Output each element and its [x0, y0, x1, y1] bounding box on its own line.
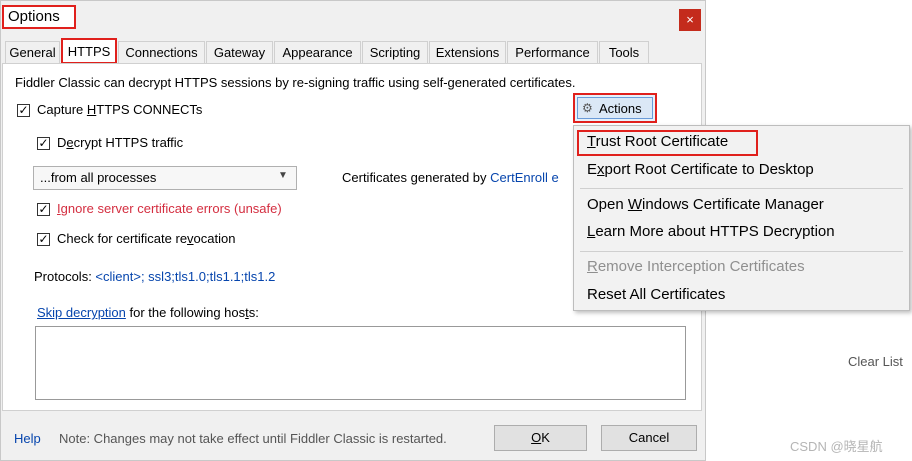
actions-label: Actions [599, 101, 642, 116]
decrypt-traffic-label: Decrypt HTTPS traffic [57, 135, 184, 150]
protocols-row: Protocols: <client>; ssl3;tls1.0;tls1.1;… [34, 269, 276, 284]
restart-note: Note: Changes may not take effect until … [59, 431, 447, 446]
cert-engine-link[interactable]: CertEnroll e [490, 170, 559, 185]
process-filter-dropdown[interactable]: ...from all processes [33, 166, 297, 190]
process-filter-value: ...from all processes [40, 170, 157, 185]
chevron-down-icon: ▼ [278, 170, 288, 181]
skip-hosts-textarea[interactable] [35, 326, 686, 400]
check-revocation-label: Check for certificate revocation [57, 231, 236, 246]
trust-root-highlight [577, 130, 758, 156]
cancel-button[interactable]: Cancel [601, 425, 697, 451]
menu-separator [580, 251, 903, 252]
menu-item-open-cert-manager[interactable]: Open Windows Certificate Manager [587, 196, 824, 213]
check-revocation-checkbox[interactable]: ✓ [37, 233, 50, 246]
menu-item-export-root[interactable]: Export Root Certificate to Desktop [587, 161, 814, 178]
tab-general[interactable]: General [5, 41, 60, 63]
skip-decryption-row: Skip decryption for the following hosts: [37, 305, 259, 320]
tab-https[interactable]: HTTPS [61, 38, 117, 64]
clear-list-button[interactable]: Clear List [848, 354, 903, 369]
ignore-errors-checkbox[interactable]: ✓ [37, 203, 50, 216]
ignore-errors-label: Ignore server certificate errors (unsafe… [57, 201, 282, 216]
dialog-title: Options [8, 8, 60, 25]
tab-gateway[interactable]: Gateway [206, 41, 273, 63]
capture-connects-label: Capture HTTPS CONNECTs [37, 102, 203, 117]
menu-item-learn-more[interactable]: Learn More about HTTPS Decryption [587, 223, 835, 240]
actions-icon: ⚙ [582, 101, 593, 115]
certs-generated-label: Certificates generated by CertEnroll e [342, 170, 559, 185]
tab-performance[interactable]: Performance [507, 41, 598, 63]
protocols-link[interactable]: <client>; ssl3;tls1.0;tls1.1;tls1.2 [95, 269, 275, 284]
decrypt-traffic-checkbox[interactable]: ✓ [37, 137, 50, 150]
close-icon: × [686, 12, 694, 27]
tab-connections[interactable]: Connections [118, 41, 205, 63]
ok-button[interactable]: OK [494, 425, 587, 451]
close-button[interactable]: × [679, 9, 701, 31]
intro-text: Fiddler Classic can decrypt HTTPS sessio… [15, 75, 576, 90]
tab-extensions[interactable]: Extensions [429, 41, 506, 63]
skip-decryption-link[interactable]: Skip decryption [37, 305, 126, 320]
watermark: CSDN @晓星航 [790, 439, 883, 454]
menu-item-reset-certs[interactable]: Reset All Certificates [587, 286, 725, 303]
menu-separator [580, 188, 903, 189]
menu-item-remove-certs: Remove Interception Certificates [587, 258, 805, 275]
capture-connects-checkbox[interactable]: ✓ [17, 104, 30, 117]
tab-tools[interactable]: Tools [599, 41, 649, 63]
tab-appearance[interactable]: Appearance [274, 41, 361, 63]
help-link[interactable]: Help [14, 431, 41, 446]
tab-scripting[interactable]: Scripting [362, 41, 428, 63]
